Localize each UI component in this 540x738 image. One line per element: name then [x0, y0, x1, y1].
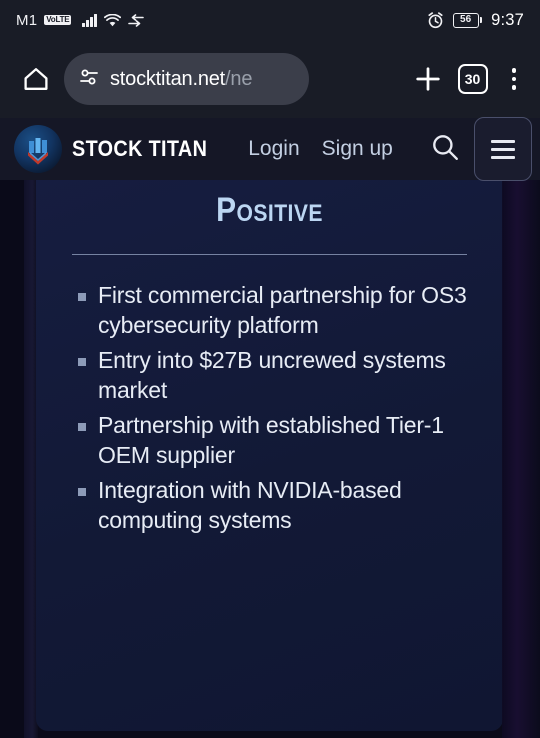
stock-titan-logo-icon[interactable] — [14, 125, 62, 173]
tune-sliders-icon[interactable] — [78, 66, 100, 93]
list-item: Integration with NVIDIA-based computing … — [70, 476, 473, 535]
positive-card-divider — [72, 254, 467, 255]
signup-link[interactable]: Sign up — [322, 137, 393, 161]
hamburger-menu-icon[interactable] — [474, 117, 532, 181]
list-item: Partnership with established Tier-1 OEM … — [70, 411, 473, 470]
tab-switcher-button[interactable]: 30 — [457, 64, 488, 94]
browser-menu-button[interactable] — [502, 64, 527, 94]
search-icon[interactable] — [430, 132, 460, 167]
site-header: STOCK TITAN Login Sign up — [0, 117, 540, 181]
header-right — [416, 117, 540, 181]
tab-count-label: 30 — [457, 64, 488, 94]
data-transfer-icon — [128, 13, 144, 27]
alarm-clock-icon — [427, 11, 444, 29]
home-button[interactable] — [14, 64, 58, 94]
positive-card-title: Positive — [216, 191, 323, 229]
volte-badge: VoLTE — [44, 15, 72, 25]
list-item: Entry into $27B uncrewed systems market — [70, 346, 473, 405]
wifi-icon — [103, 13, 121, 27]
search-button[interactable] — [416, 132, 474, 167]
url-text: stocktitan.net/ne — [110, 68, 252, 91]
url-domain: stocktitan.net — [110, 67, 226, 90]
list-item: First commercial partnership for OS3 cyb… — [70, 281, 473, 340]
clock-label: 9:37 — [491, 10, 524, 29]
new-tab-button[interactable] — [412, 63, 444, 95]
status-bar: M1 VoLTE 56 9:37 — [0, 0, 540, 40]
status-bar-left: M1 VoLTE — [16, 12, 144, 29]
signal-bars-icon — [82, 13, 97, 27]
positive-bullet-list: First commercial partnership for OS3 cyb… — [70, 281, 473, 535]
page-content: Positive First commercial partnership fo… — [0, 180, 540, 738]
url-path: /ne — [225, 67, 253, 90]
battery-level-label: 56 — [460, 14, 472, 25]
positive-card: Positive First commercial partnership fo… — [36, 180, 503, 731]
browser-actions: 30 — [412, 63, 527, 95]
address-bar[interactable]: stocktitan.net/ne — [64, 53, 309, 105]
login-link[interactable]: Login — [248, 137, 299, 161]
carrier-label: M1 — [16, 11, 38, 29]
header-nav: Login Sign up — [248, 137, 393, 161]
battery-indicator: 56 — [452, 12, 483, 28]
phone-screen: M1 VoLTE 56 9:37 stocktitan.net/ne 30 ST… — [0, 0, 540, 738]
three-dot-menu-icon[interactable] — [502, 64, 527, 94]
brand-name[interactable]: STOCK TITAN — [72, 136, 207, 162]
browser-toolbar: stocktitan.net/ne 30 — [0, 40, 540, 118]
status-bar-right: 56 9:37 — [427, 11, 524, 30]
